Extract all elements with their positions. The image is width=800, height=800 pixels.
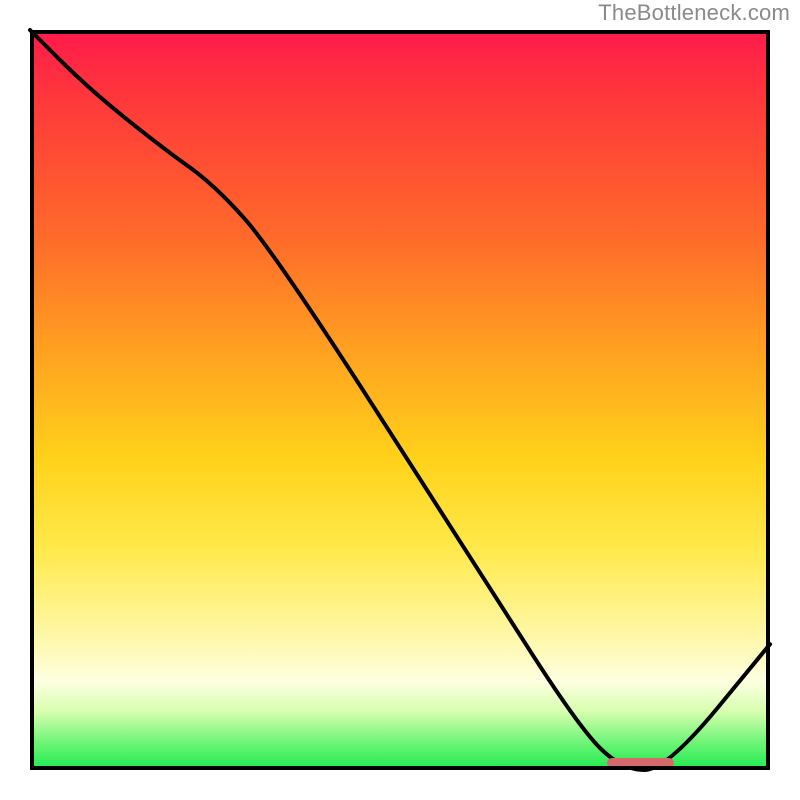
chart-line-layer [30,30,770,770]
chart-plot-area [30,30,770,770]
chart-curve [30,30,770,770]
watermark-text: TheBottleneck.com [598,0,790,26]
chart-optimum-marker [607,758,674,768]
